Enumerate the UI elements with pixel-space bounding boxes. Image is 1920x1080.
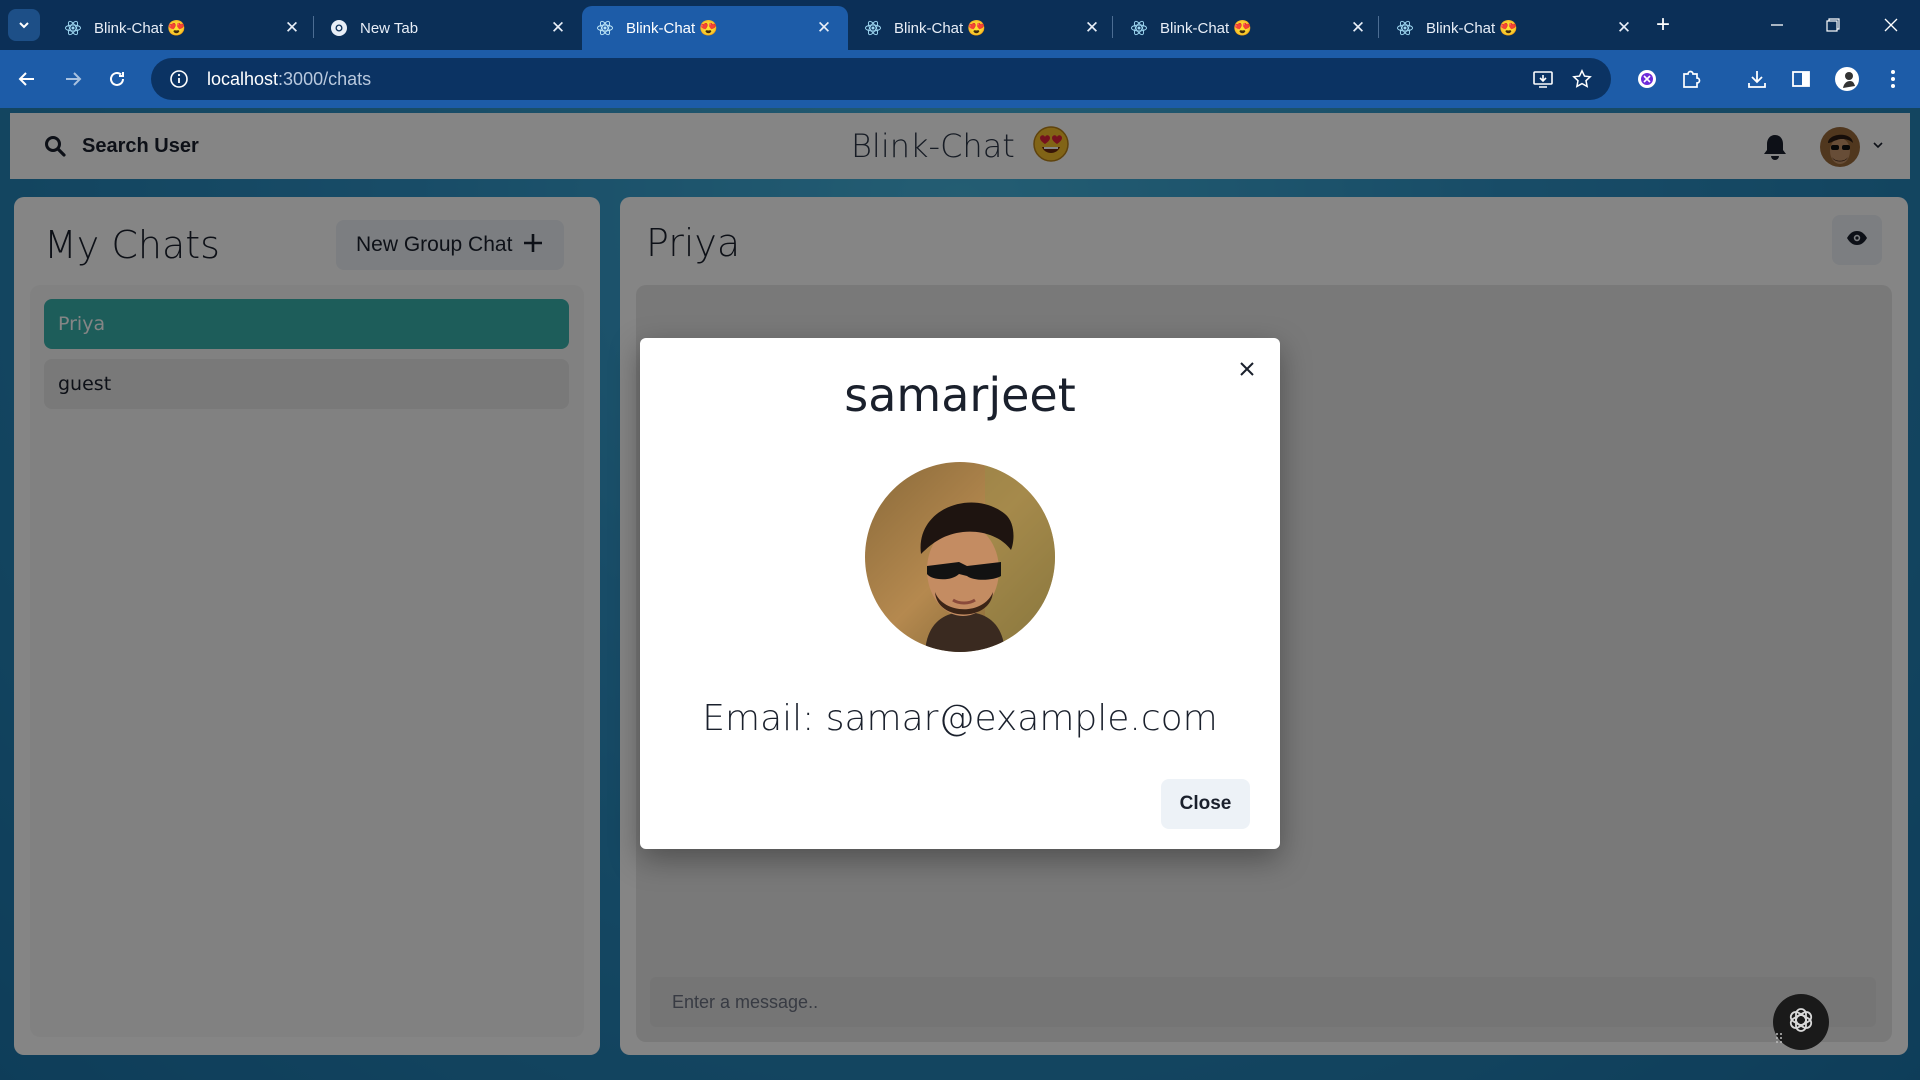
browser-tab-3[interactable]: Blink-Chat 😍 ✕ [582, 6, 848, 50]
browser-menu-icon[interactable] [1876, 62, 1910, 96]
close-icon[interactable]: ✕ [1348, 18, 1368, 38]
back-arrow-icon[interactable] [10, 62, 44, 96]
tab-title: Blink-Chat 😍 [894, 20, 987, 37]
react-icon [64, 19, 82, 37]
address-bar[interactable]: localhost:3000/chats [151, 58, 1611, 100]
chevron-down-icon [19, 22, 29, 29]
tab-title: Blink-Chat 😍 [94, 20, 187, 37]
tab-separator [313, 16, 314, 38]
tab-title: Blink-Chat 😍 [626, 20, 719, 37]
profile-photo [865, 462, 1055, 652]
close-icon[interactable]: ✕ [548, 18, 568, 38]
browser-tab-bar: Blink-Chat 😍 ✕ New Tab ✕ Blink-Chat 😍 ✕ … [0, 0, 1920, 50]
downloads-icon[interactable] [1740, 62, 1774, 96]
tab-title: New Tab [360, 19, 419, 37]
modal-email-text: Email: samar@example.com [702, 698, 1218, 739]
forward-arrow-icon[interactable] [56, 62, 90, 96]
profile-modal: samarjeet Email: samar@example.com Close [640, 338, 1280, 849]
bookmark-star-icon[interactable] [1565, 62, 1599, 96]
chrome-icon [330, 19, 348, 37]
window-close-icon[interactable] [1876, 12, 1906, 38]
puzzle-extensions-icon[interactable] [1674, 62, 1708, 96]
extension-icon[interactable] [1630, 62, 1664, 96]
react-icon [1396, 19, 1414, 37]
tab-title: Blink-Chat 😍 [1426, 20, 1519, 37]
tab-search-button[interactable] [8, 9, 40, 41]
browser-tab-4[interactable]: Blink-Chat 😍 ✕ [850, 6, 1116, 50]
drag-handle-icon[interactable] [1775, 1032, 1783, 1044]
browser-toolbar: localhost:3000/chats [0, 50, 1920, 108]
openai-icon [1784, 1003, 1818, 1042]
browser-tab-6[interactable]: Blink-Chat 😍 ✕ [1382, 6, 1648, 50]
react-icon [596, 19, 614, 37]
side-panel-icon[interactable] [1784, 62, 1818, 96]
react-icon [864, 19, 882, 37]
minimize-icon[interactable] [1762, 12, 1792, 38]
profile-icon[interactable] [1830, 62, 1864, 96]
install-app-icon[interactable] [1526, 62, 1560, 96]
close-icon[interactable]: ✕ [1082, 18, 1102, 38]
tab-title: Blink-Chat 😍 [1160, 20, 1253, 37]
reload-icon[interactable] [100, 62, 134, 96]
browser-tab-5[interactable]: Blink-Chat 😍 ✕ [1116, 6, 1382, 50]
modal-user-name: samarjeet [844, 368, 1076, 422]
tab-separator [1112, 16, 1113, 38]
url-text: localhost:3000/chats [207, 68, 372, 89]
close-button[interactable]: Close [1161, 779, 1250, 829]
close-icon[interactable] [1232, 354, 1262, 384]
new-tab-plus-icon[interactable]: + [1650, 11, 1676, 38]
close-icon[interactable]: ✕ [1614, 18, 1634, 38]
close-icon[interactable]: ✕ [282, 18, 302, 38]
close-icon[interactable]: ✕ [814, 18, 834, 38]
browser-tab-1[interactable]: Blink-Chat 😍 ✕ [50, 6, 316, 50]
browser-tab-2[interactable]: New Tab ✕ [316, 6, 582, 50]
site-info-icon[interactable] [159, 59, 199, 99]
restore-icon[interactable] [1818, 12, 1848, 38]
app-viewport: Search User Blink-Chat My Chats New Grou… [0, 108, 1920, 1080]
tab-separator [1378, 16, 1379, 38]
react-icon [1130, 19, 1148, 37]
